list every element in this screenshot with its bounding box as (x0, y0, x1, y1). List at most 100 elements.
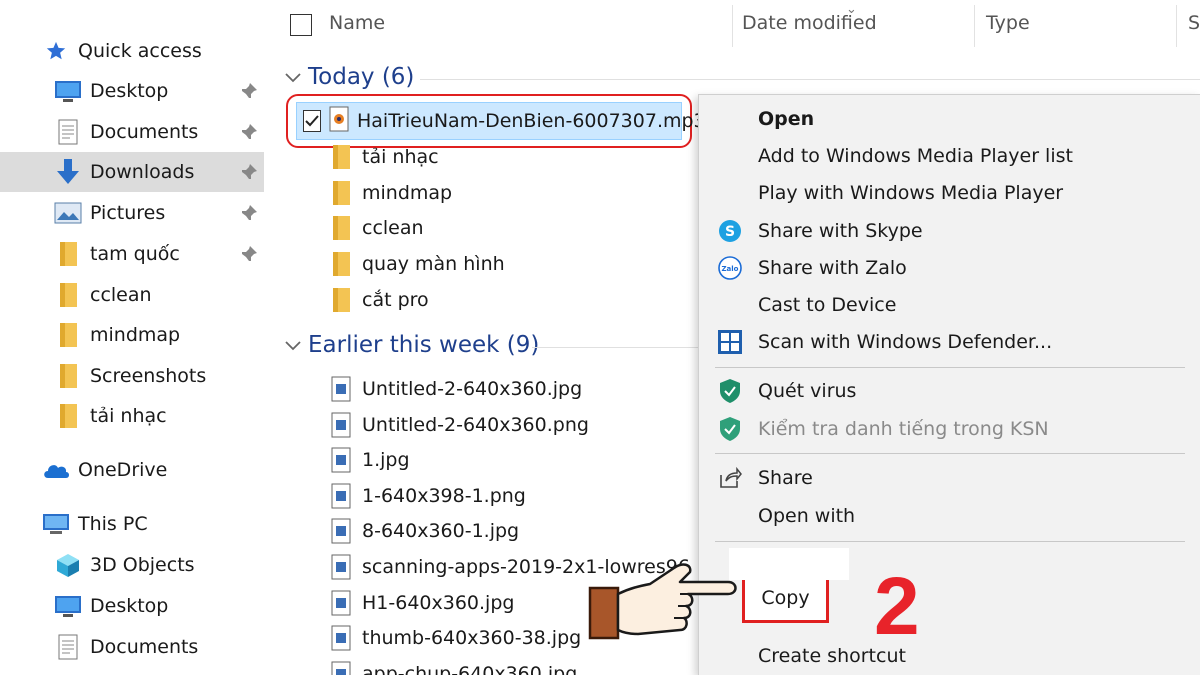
file-name: Untitled-2-640x360.jpg (362, 378, 583, 400)
list-item[interactable]: 8-640x360-1.jpg (330, 513, 519, 549)
sidebar-item-label: Quick access (78, 40, 202, 62)
list-item[interactable]: Untitled-2-640x360.png (330, 407, 589, 443)
menu-item-cast-to-device[interactable]: Cast to Device (699, 287, 1200, 323)
menu-item-copy[interactable]: Copy (742, 573, 829, 623)
menu-item-share[interactable]: Share (699, 460, 1200, 496)
file-name: HaiTrieuNam-DenBien-6007307.mp3 (357, 110, 706, 132)
list-item[interactable]: mindmap (330, 175, 452, 211)
menu-item-create-shortcut[interactable]: Create shortcut (699, 638, 1200, 674)
file-name: 1-640x398-1.png (362, 485, 526, 507)
file-name: H1-640x360.jpg (362, 592, 515, 614)
sidebar-item-3d-objects[interactable]: 3D Objects (0, 545, 264, 585)
group-header-earlier-this-week[interactable]: Earlier this week (9) (282, 332, 539, 358)
list-item[interactable]: H1-640x360.jpg (330, 585, 514, 621)
column-header-date-modified[interactable]: Date modified (742, 12, 877, 34)
sidebar-item-label: mindmap (90, 324, 181, 346)
file-name: Untitled-2-640x360.png (362, 414, 589, 436)
sidebar-item-pc-documents[interactable]: Documents (0, 627, 264, 667)
file-name: quay màn hình (362, 253, 505, 275)
pin-icon[interactable] (240, 82, 258, 100)
share-icon (717, 465, 743, 491)
step-number-annotation: 2 (874, 561, 920, 652)
pin-icon[interactable] (240, 245, 258, 263)
sidebar-item-desktop[interactable]: Desktop (0, 71, 264, 111)
menu-item-share-with-zalo[interactable]: Zalo Share with Zalo (699, 250, 1200, 286)
sidebar-item-screenshots[interactable]: Screenshots (0, 356, 264, 396)
sidebar-item-this-pc[interactable]: This PC (0, 504, 264, 544)
column-divider[interactable] (1176, 5, 1177, 47)
sidebar-item-label: Desktop (90, 80, 169, 102)
group-label: Earlier this week (9) (308, 332, 540, 358)
group-label: Today (6) (308, 64, 415, 90)
sidebar-item-label: Desktop (90, 595, 169, 617)
sidebar-item-quick-access[interactable]: Quick access (0, 31, 264, 71)
file-name: cắt pro (362, 289, 429, 311)
file-name: thumb-640x360-38.jpg (362, 627, 582, 649)
image-file-icon (330, 625, 352, 651)
menu-item-open[interactable]: Open (699, 101, 1200, 137)
folder-icon (330, 251, 352, 277)
sidebar-item-pc-desktop[interactable]: Desktop (0, 586, 264, 626)
sidebar-item-tam-quoc[interactable]: tam quốc (0, 234, 264, 274)
sidebar-item-mindmap[interactable]: mindmap (0, 315, 264, 355)
row-checkbox[interactable] (303, 110, 321, 132)
list-item[interactable]: 1-640x398-1.png (330, 478, 526, 514)
menu-separator (715, 367, 1185, 368)
folder-icon (54, 362, 82, 390)
image-file-icon (330, 483, 352, 509)
pin-icon[interactable] (240, 123, 258, 141)
list-item[interactable]: thumb-640x360-38.jpg (330, 620, 581, 656)
file-name: mindmap (362, 182, 453, 204)
list-item[interactable]: cclean (330, 210, 424, 246)
file-name: 8-640x360-1.jpg (362, 520, 520, 542)
image-file-icon (330, 554, 352, 580)
column-header-name[interactable]: Name (329, 12, 385, 34)
menu-item-open-with[interactable]: Open with (699, 498, 1200, 534)
menu-item-add-to-wmp-list[interactable]: Add to Windows Media Player list (699, 138, 1200, 174)
folder-icon (54, 402, 82, 430)
group-header-today[interactable]: Today (6) (282, 64, 414, 90)
sidebar-item-tai-nhac[interactable]: tải nhạc (0, 396, 264, 436)
sidebar-item-pictures[interactable]: Pictures (0, 193, 264, 233)
column-header-size[interactable]: S (1188, 12, 1200, 34)
3d-objects-icon (54, 551, 82, 579)
sidebar-item-cclean[interactable]: cclean (0, 275, 264, 315)
sidebar-item-label: This PC (78, 513, 148, 535)
list-item[interactable]: quay màn hình (330, 246, 505, 282)
sidebar-item-onedrive[interactable]: OneDrive (0, 450, 264, 490)
image-file-icon (330, 661, 352, 675)
zalo-icon: Zalo (717, 255, 743, 281)
pin-icon[interactable] (240, 204, 258, 222)
column-header-type[interactable]: Type (986, 12, 1030, 34)
list-item[interactable]: tải nhạc (330, 139, 439, 175)
navigation-pane: Quick access Desktop Documents Downloads… (0, 0, 268, 675)
list-item[interactable]: 1.jpg (330, 442, 410, 478)
kaspersky-shield-icon (717, 416, 743, 442)
chevron-down-icon (285, 73, 301, 83)
list-item[interactable]: app-chup-640x360.jpg (330, 656, 577, 675)
menu-item-share-with-skype[interactable]: S Share with Skype (699, 213, 1200, 249)
menu-item-play-with-wmp[interactable]: Play with Windows Media Player (699, 175, 1200, 211)
select-all-checkbox[interactable] (290, 14, 312, 36)
folder-icon (330, 287, 352, 313)
list-item[interactable]: Untitled-2-640x360.jpg (330, 371, 582, 407)
cloud-icon (42, 456, 70, 484)
column-divider[interactable] (974, 5, 975, 47)
menu-item-scan-with-defender[interactable]: Scan with Windows Defender... (699, 324, 1200, 360)
list-item[interactable]: cắt pro (330, 282, 429, 318)
selection-highlight: HaiTrieuNam-DenBien-6007307.mp3 (296, 102, 706, 140)
column-divider[interactable] (732, 5, 733, 47)
sidebar-item-downloads[interactable]: Downloads (0, 152, 264, 192)
image-file-icon (330, 447, 352, 473)
sidebar-item-label: OneDrive (78, 459, 168, 481)
annotation-backdrop (729, 548, 849, 580)
kaspersky-shield-icon (717, 378, 743, 404)
sidebar-item-label: tam quốc (90, 243, 180, 265)
column-header-bar: Name ⌄ Date modified Type S (270, 0, 1200, 52)
documents-icon (54, 633, 82, 661)
sidebar-item-label: cclean (90, 284, 152, 306)
menu-item-quet-virus[interactable]: Quét virus (699, 373, 1200, 409)
pin-icon[interactable] (240, 163, 258, 181)
desktop-icon (54, 592, 82, 620)
sidebar-item-documents[interactable]: Documents (0, 112, 264, 152)
